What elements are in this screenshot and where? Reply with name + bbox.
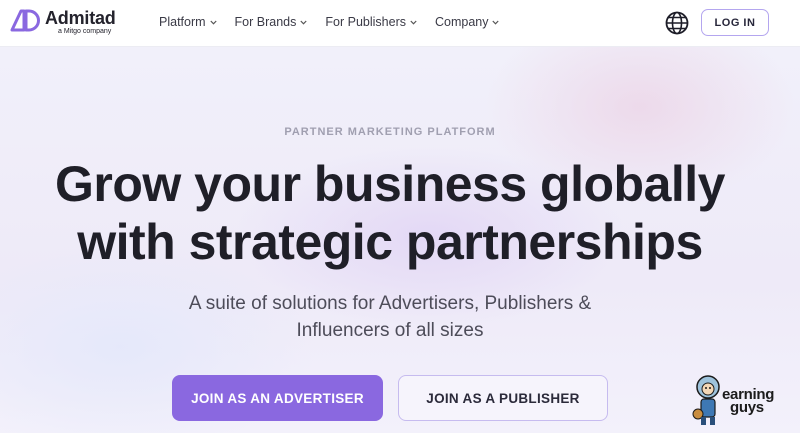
nav-item-for-brands[interactable]: For Brands xyxy=(235,15,308,29)
main-nav: Platform For Brands For Publishers Compa… xyxy=(159,15,500,29)
admitad-logo-icon xyxy=(10,9,40,32)
chevron-down-icon xyxy=(209,20,217,25)
nav-item-label: Company xyxy=(434,15,489,29)
nav-item-label: For Publishers xyxy=(325,15,406,29)
mascot-icon xyxy=(692,375,720,425)
nav-item-label: For Brands xyxy=(234,15,297,29)
chevron-down-icon xyxy=(300,20,308,25)
join-publisher-button[interactable]: JOIN AS A PUBLISHER xyxy=(398,375,608,421)
watermark-text: earning guys xyxy=(722,387,774,416)
nav-item-label: Platform xyxy=(159,15,206,29)
nav-item-for-publishers[interactable]: For Publishers xyxy=(325,15,417,29)
earning-guys-watermark: earning guys xyxy=(690,370,796,430)
subheadline-line-2: Influencers of all sizes xyxy=(296,320,484,341)
site-header: Admitad a Mitgo company Platform For Bra… xyxy=(0,0,800,47)
nav-item-platform[interactable]: Platform xyxy=(159,15,217,29)
chevron-down-icon xyxy=(492,20,500,25)
nav-item-company[interactable]: Company xyxy=(435,15,500,29)
join-advertiser-button[interactable]: JOIN AS AN ADVERTISER xyxy=(172,375,383,421)
subheadline-line-1: A suite of solutions for Advertisers, Pu… xyxy=(188,293,592,314)
brand-name: Admitad xyxy=(45,8,116,28)
headline-line-1: Grow your business globally xyxy=(55,156,725,212)
watermark-line-2: guys xyxy=(730,399,764,416)
hero-section: PARTNER MARKETING PLATFORM Grow your bus… xyxy=(0,47,800,433)
hero-subheadline: A suite of solutions for Advertisers, Pu… xyxy=(0,290,780,344)
headline-line-2: with strategic partnerships xyxy=(77,214,703,270)
login-button[interactable]: LOG IN xyxy=(701,9,769,36)
chevron-down-icon xyxy=(410,20,417,25)
brand-tagline: a Mitgo company xyxy=(58,28,112,35)
hero-headline: Grow your business globally with strateg… xyxy=(0,155,780,271)
hero-eyebrow: PARTNER MARKETING PLATFORM xyxy=(284,126,496,138)
globe-icon[interactable] xyxy=(665,11,689,35)
